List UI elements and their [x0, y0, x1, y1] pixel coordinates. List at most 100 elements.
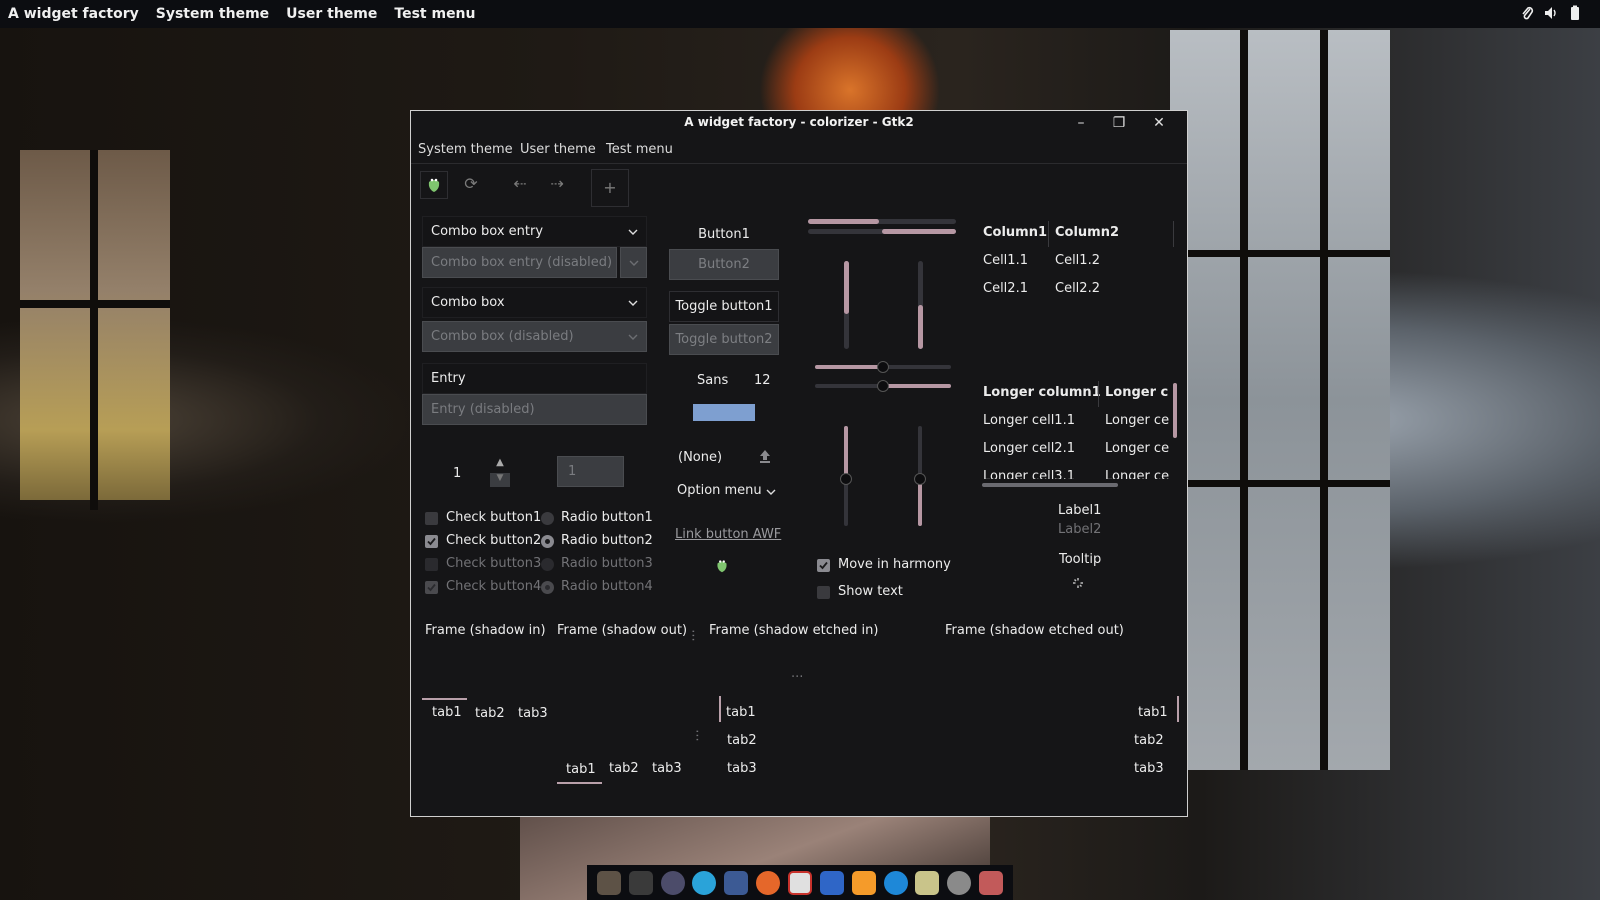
tab-top-2[interactable]: tab2: [475, 706, 505, 721]
tree-cell[interactable]: Cell2.1: [983, 281, 1028, 296]
tab-top-3[interactable]: tab3: [518, 706, 548, 721]
horizontal-scrollbar[interactable]: [982, 483, 1118, 487]
font-size-label[interactable]: 12: [754, 373, 771, 388]
tab-right-1[interactable]: tab1: [1138, 705, 1168, 720]
topbar-menu-test-menu[interactable]: Test menu: [394, 6, 475, 22]
check-button-2[interactable]: [425, 535, 438, 548]
forward-icon[interactable]: ⇢: [544, 171, 570, 197]
minimize-button[interactable]: –: [1069, 113, 1093, 133]
combo-box[interactable]: Combo box: [422, 287, 647, 318]
check-button-2-label[interactable]: Check button2: [446, 533, 541, 548]
telegram-icon[interactable]: [692, 870, 717, 895]
tree-cell[interactable]: Longer cell2.1: [983, 441, 1075, 456]
sublime-icon[interactable]: [851, 870, 876, 895]
paned-handle[interactable]: ...: [689, 629, 704, 641]
tree-cell[interactable]: Longer ce: [1105, 469, 1169, 479]
scale-knob[interactable]: [914, 473, 926, 485]
toggle-button-1[interactable]: Toggle button1: [669, 291, 779, 322]
paperclip-icon[interactable]: [1520, 5, 1534, 21]
radio-button-1-label[interactable]: Radio button1: [561, 510, 653, 525]
tab-right-2[interactable]: tab2: [1134, 733, 1164, 748]
move-in-harmony-check[interactable]: [817, 559, 830, 572]
maximize-button[interactable]: ❐: [1107, 113, 1131, 133]
check-button-1[interactable]: [425, 512, 438, 525]
upload-icon[interactable]: [758, 448, 772, 464]
scale-knob[interactable]: [877, 380, 889, 392]
scale-knob[interactable]: [877, 361, 889, 373]
tree-view-1[interactable]: Column1 Column2 Cell1.1 Cell1.2 Cell2.1 …: [981, 219, 1181, 354]
show-text-label[interactable]: Show text: [838, 584, 903, 599]
vertical-scrollbar[interactable]: [1173, 383, 1177, 438]
entry-field[interactable]: Entry: [422, 363, 647, 394]
font-family-label[interactable]: Sans: [697, 373, 728, 388]
tab-left-3[interactable]: tab3: [727, 761, 757, 776]
menu-test-menu[interactable]: Test menu: [606, 142, 673, 157]
scale-knob[interactable]: [840, 473, 852, 485]
files-icon[interactable]: [915, 870, 940, 895]
column-header-1[interactable]: Longer column1: [983, 385, 1101, 400]
column-header-1[interactable]: Column1: [983, 225, 1047, 240]
check-button-1-label[interactable]: Check button1: [446, 510, 541, 525]
search-icon[interactable]: [883, 870, 908, 895]
tab-bottom-3[interactable]: tab3: [652, 761, 682, 776]
tree-cell[interactable]: Longer cell1.1: [983, 413, 1075, 428]
link-button[interactable]: Link button AWF: [675, 527, 781, 542]
close-button[interactable]: ✕: [1147, 113, 1171, 133]
back-icon[interactable]: ⇠: [507, 171, 533, 197]
firefox-icon[interactable]: [756, 870, 781, 895]
refresh-icon[interactable]: ⟳: [458, 171, 484, 197]
toggle-button-2-disabled: Toggle button2: [669, 324, 779, 355]
tab-top-1[interactable]: tab1: [432, 705, 462, 720]
tree-view-2[interactable]: Longer column1 Longer c Longer cell1.1 L…: [981, 379, 1171, 479]
tab-left-2[interactable]: tab2: [727, 733, 757, 748]
topbar-app-title[interactable]: A widget factory: [8, 6, 139, 22]
downloader-icon[interactable]: [787, 870, 812, 895]
tex-icon[interactable]: [724, 870, 749, 895]
move-in-harmony-label[interactable]: Move in harmony: [838, 557, 951, 572]
progress-fill: [918, 305, 923, 349]
tree-cell[interactable]: Cell1.1: [983, 253, 1028, 268]
button-1[interactable]: Button1: [669, 219, 779, 250]
tab-left-1[interactable]: tab1: [726, 705, 756, 720]
tab-right-3[interactable]: tab3: [1134, 761, 1164, 776]
gimp-icon[interactable]: [596, 870, 621, 895]
spin-button-value[interactable]: 1: [453, 466, 461, 481]
add-icon[interactable]: +: [591, 169, 629, 207]
inkscape-icon[interactable]: [628, 870, 653, 895]
entry-disabled-text: Entry (disabled): [431, 402, 535, 417]
file-chooser-label[interactable]: (None): [678, 450, 722, 465]
topbar-menu-system-theme[interactable]: System theme: [156, 6, 269, 22]
radio-button-2[interactable]: [541, 535, 554, 548]
tree-cell[interactable]: Longer ce: [1105, 441, 1169, 456]
avatar-icon[interactable]: [979, 870, 1004, 895]
radio-button-1[interactable]: [541, 512, 554, 525]
option-menu-label[interactable]: Option menu: [677, 483, 762, 498]
tooltip-label[interactable]: Tooltip: [1059, 552, 1101, 567]
paned-handle[interactable]: ...: [791, 666, 803, 681]
battery-icon[interactable]: [1568, 5, 1582, 21]
tree-cell[interactable]: Cell1.2: [1055, 253, 1100, 268]
tab-bottom-1[interactable]: tab1: [566, 762, 596, 777]
column-header-2[interactable]: Longer c: [1105, 385, 1168, 400]
tree-cell[interactable]: Longer ce: [1105, 413, 1169, 428]
palette-icon[interactable]: [660, 870, 685, 895]
spin-down-icon[interactable]: ▼: [490, 473, 510, 487]
menu-system-theme[interactable]: System theme: [418, 142, 513, 157]
menu-user-theme[interactable]: User theme: [520, 142, 596, 157]
color-button[interactable]: [693, 404, 755, 421]
paned-handle[interactable]: ...: [693, 729, 708, 741]
tree-cell[interactable]: Cell2.2: [1055, 281, 1100, 296]
volume-icon[interactable]: [1544, 5, 1558, 21]
show-text-check[interactable]: [817, 586, 830, 599]
book-icon[interactable]: [819, 870, 844, 895]
tab-bottom-2[interactable]: tab2: [609, 761, 639, 776]
combo-box-entry[interactable]: Combo box entry: [422, 216, 647, 247]
chevron-down-icon[interactable]: [766, 487, 776, 497]
radio-button-2-label[interactable]: Radio button2: [561, 533, 653, 548]
tree-cell[interactable]: Longer cell3.1: [983, 469, 1075, 479]
column-header-2[interactable]: Column2: [1055, 225, 1119, 240]
spin-up-icon[interactable]: ▲: [490, 457, 510, 471]
hash-icon[interactable]: [947, 870, 972, 895]
awf-logo-icon[interactable]: [420, 171, 448, 199]
topbar-menu-user-theme[interactable]: User theme: [286, 6, 377, 22]
